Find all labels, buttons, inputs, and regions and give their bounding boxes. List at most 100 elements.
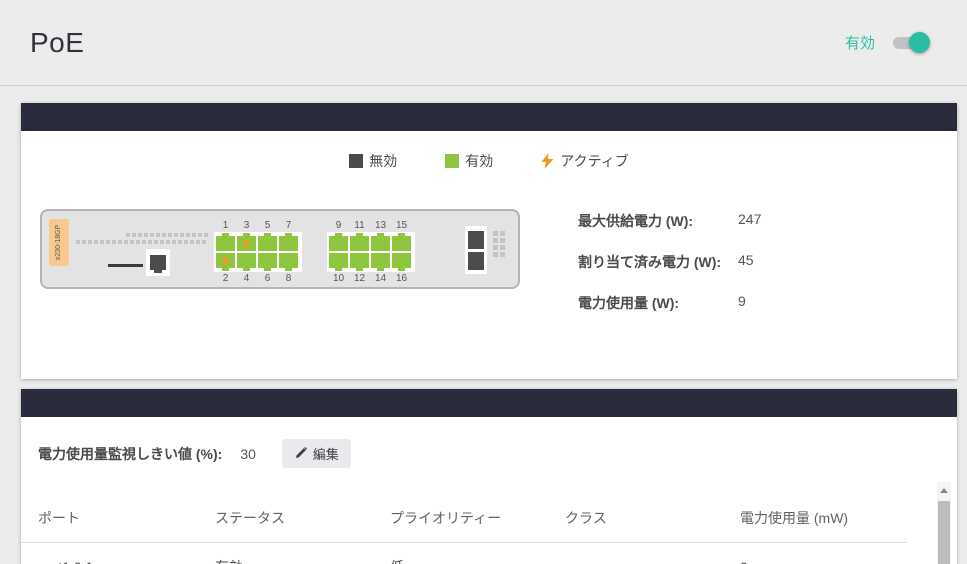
port-10 [329, 253, 348, 268]
port-12 [350, 253, 369, 268]
edit-threshold-button[interactable]: 編集 [282, 439, 351, 468]
port-number: 14 [371, 273, 390, 284]
lightning-icon [541, 153, 554, 169]
ports-panel [327, 232, 415, 272]
device-row: x230-18GP 1 3 5 7 [40, 209, 957, 379]
sfp-port-18 [468, 252, 484, 270]
toggle-knob[interactable] [909, 32, 930, 53]
port-number: 11 [350, 220, 369, 231]
switch-model-label: x230-18GP [56, 225, 63, 260]
legend-active-label: アクティブ [560, 151, 628, 171]
port-number: 2 [216, 273, 235, 284]
ports-card-header-bar [21, 389, 957, 417]
switch-model-tag: x230-18GP [49, 219, 69, 266]
col-header-priority: プライオリティー [390, 494, 565, 543]
cell-priority: 低 [390, 543, 565, 564]
table-scrollbar[interactable] [937, 482, 951, 564]
ports-panel [214, 232, 302, 272]
cell-class [565, 543, 740, 564]
port-15 [392, 236, 411, 251]
port-numbers-bottom: 10 12 14 16 [327, 273, 415, 284]
stat-value: 45 [738, 252, 754, 272]
legend-disabled: 無効 [349, 151, 397, 171]
stat-label: 最大供給電力 (W): [578, 211, 738, 231]
main-content: 無効 有効 アクティブ x230-18GP [0, 103, 967, 564]
enabled-swatch-icon [445, 154, 459, 168]
threshold-row: 電力使用量監視しきい値 (%): 30 編集 [21, 417, 957, 468]
port-state-legend: 無効 有効 アクティブ [21, 151, 957, 171]
poe-port-table: ポート ステータス プライオリティー クラス 電力使用量 (mW) port1.… [21, 494, 907, 564]
edit-button-label: 編集 [313, 444, 339, 463]
port-number: 9 [329, 220, 348, 231]
cell-port: port1.0.1 [21, 543, 215, 564]
table-row[interactable]: port1.0.1 有効 低 0 [21, 543, 907, 564]
col-header-power: 電力使用量 (mW) [740, 494, 907, 543]
port-number: 7 [279, 220, 298, 231]
switch-front-panel: x230-18GP 1 3 5 7 [40, 209, 520, 289]
col-header-port: ポート [21, 494, 215, 543]
management-port [146, 249, 170, 276]
port-2-active-icon [221, 255, 230, 267]
col-header-class: クラス [565, 494, 740, 543]
poe-overview-card: 無効 有効 アクティブ x230-18GP [21, 103, 957, 379]
port-number: 13 [371, 220, 390, 231]
port-number: 6 [258, 273, 277, 284]
port-numbers-top: 1 3 5 7 [214, 220, 302, 231]
stat-allocated-power: 割り当て済み電力 (W): 45 [578, 252, 761, 272]
stat-max-power: 最大供給電力 (W): 247 [578, 211, 761, 231]
port-5 [258, 236, 277, 251]
scrollbar-thumb[interactable] [938, 501, 950, 564]
console-slot [108, 264, 143, 267]
sfp-port-17 [468, 231, 484, 249]
legend-active: アクティブ [541, 151, 628, 171]
overview-card-header-bar [21, 103, 957, 131]
port-2 [216, 253, 235, 268]
port-number: 4 [237, 273, 256, 284]
port-number: 5 [258, 220, 277, 231]
port-8 [279, 253, 298, 268]
pencil-icon [294, 447, 307, 460]
port-number: 15 [392, 220, 411, 231]
port-3 [237, 236, 256, 251]
stat-power-usage: 電力使用量 (W): 9 [578, 293, 761, 313]
port-numbers-top: 9 11 13 15 [327, 220, 415, 231]
port-number: 10 [329, 273, 348, 284]
page-title: PoE [30, 27, 84, 59]
poe-toggle-label: 有効 [845, 32, 875, 53]
cell-power: 0 [740, 543, 907, 564]
poe-toggle-switch[interactable] [893, 37, 927, 49]
port-14 [371, 253, 390, 268]
status-led-grid [493, 231, 505, 257]
poe-ports-card: 電力使用量監視しきい値 (%): 30 編集 ポート ステータス プライオリティ… [21, 389, 957, 564]
port-11 [350, 236, 369, 251]
port-number: 16 [392, 273, 411, 284]
port-7 [279, 236, 298, 251]
cell-status: 有効 [215, 543, 390, 564]
port-1 [216, 236, 235, 251]
stat-label: 電力使用量 (W): [578, 293, 738, 313]
port-13 [371, 236, 390, 251]
stat-value: 9 [738, 293, 746, 313]
threshold-value: 30 [240, 446, 256, 462]
poe-enable-group: 有効 [845, 32, 927, 53]
port-number: 12 [350, 273, 369, 284]
port-group-2: 9 11 13 15 [327, 220, 415, 284]
port-3-active-icon [242, 238, 251, 250]
port-number: 1 [216, 220, 235, 231]
stat-value: 247 [738, 211, 761, 231]
port-16 [392, 253, 411, 268]
port-numbers-bottom: 2 4 6 8 [214, 273, 302, 284]
port-number: 8 [279, 273, 298, 284]
port-6 [258, 253, 277, 268]
legend-disabled-label: 無効 [369, 151, 397, 171]
col-header-status: ステータス [215, 494, 390, 543]
port-group-1: 1 3 5 7 [214, 220, 302, 284]
legend-enabled: 有効 [445, 151, 493, 171]
port-9 [329, 236, 348, 251]
legend-enabled-label: 有効 [465, 151, 493, 171]
scroll-up-icon[interactable] [940, 488, 948, 493]
port-number: 3 [237, 220, 256, 231]
table-header-row: ポート ステータス プライオリティー クラス 電力使用量 (mW) [21, 494, 907, 543]
page-header: PoE 有効 [0, 0, 967, 86]
rj45-jack-icon [150, 255, 166, 270]
